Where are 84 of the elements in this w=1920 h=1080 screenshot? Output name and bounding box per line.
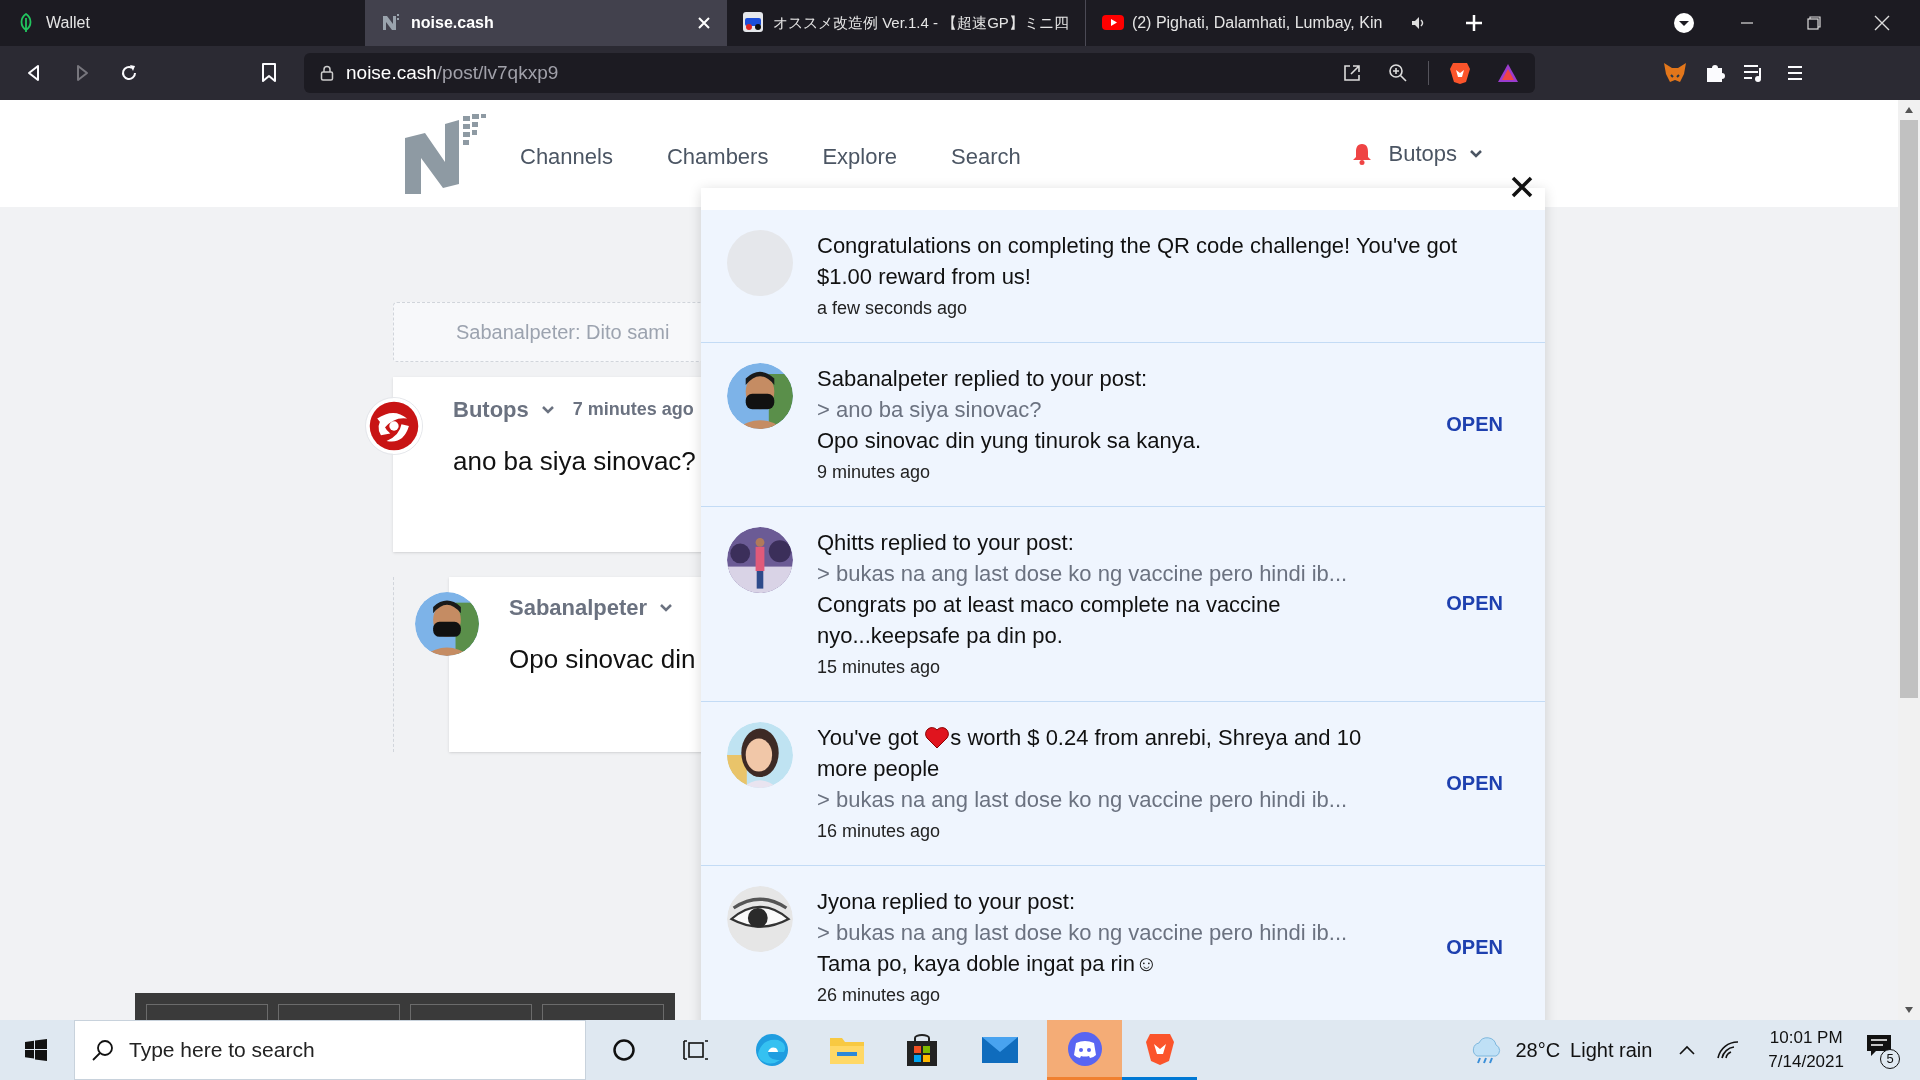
quoted-text: > bukas na ang last dose ko ng vaccine pero hindi ib... <box>817 786 1349 814</box>
clock-time[interactable]: 10:01 PM <box>1769 1026 1843 1050</box>
post-text: Opo sinovac din <box>509 643 696 676</box>
reload-icon[interactable] <box>119 63 139 83</box>
cortana-icon[interactable] <box>612 1038 636 1062</box>
clock-date[interactable]: 7/14/2021 <box>1768 1050 1844 1074</box>
store-icon[interactable] <box>905 1033 939 1067</box>
quoted-text: > bukas na ang last dose ko ng vaccine pero hindi ib... <box>817 919 1349 947</box>
notification-item[interactable]: You've got s worth $ 0.24 from anrebi, Shreya and 10 more people > bukas na ang last dose ko ng vaccine pero hindi ib... 16 minutes ago OPEN <box>701 702 1545 866</box>
lion-shield-icon[interactable] <box>1449 61 1471 85</box>
notification-item[interactable]: Qhitts replied to your post: > bukas na ang last dose ko ng vaccine pero hindi ib... Congrats po at least maco complete na vaccine nyo...keepsafe pa din po. 15 minutes ago OPEN <box>701 507 1545 702</box>
nav-link[interactable]: Explore <box>822 140 898 173</box>
bell-icon[interactable] <box>1351 142 1372 165</box>
notification-count-badge: 5 <box>1880 1049 1900 1069</box>
user-menu-button[interactable]: Butops <box>1388 137 1483 170</box>
author-button[interactable]: Butops <box>453 393 555 426</box>
search-field[interactable]: Type here to search <box>74 1020 586 1080</box>
triangle-icon[interactable] <box>1497 63 1519 83</box>
author-button[interactable]: Sabanalpeter <box>509 591 674 624</box>
task-view-icon[interactable] <box>683 1038 709 1062</box>
open-link[interactable]: OPEN <box>1446 588 1503 618</box>
notification-text: Congratulations on completing the QR code challenge! You've got $1.00 reward from us! <box>817 232 1459 291</box>
notification-item[interactable]: Jyona replied to your post: > bukas na ang last dose ko ng vaccine pero hindi ib... Tama po, kaya doble ingat pa rin☺ 26 minutes ago OPEN <box>701 866 1545 1020</box>
nav-link[interactable]: Chambers <box>666 140 769 173</box>
chevron-down-icon <box>1469 148 1483 159</box>
notification-text: You've got <box>817 724 919 752</box>
quoted-text: > bukas na ang last dose ko ng vaccine pero hindi ib... <box>817 560 1349 588</box>
chevron-up-icon[interactable] <box>1678 1044 1697 1056</box>
post-text: ano ba siya sinovac? <box>453 445 696 478</box>
search-icon <box>92 1039 114 1061</box>
quoted-text: > ano ba siya sinovac? <box>817 396 1043 424</box>
notification-text: s worth $ 0.24 from anrebi, Shreya and 10 <box>950 724 1362 752</box>
browser-tab[interactable]: Wallet <box>0 0 365 46</box>
notification-item[interactable]: Sabanalpeter replied to your post: > ano ba siya sinovac? Opo sinovac din yung tinurok sa kanya. 9 minutes ago OPEN <box>701 343 1545 507</box>
chevron-down-icon <box>540 404 555 415</box>
bookmark-icon[interactable] <box>261 63 277 83</box>
notification-text: Qhitts replied to your post: <box>817 529 1075 557</box>
scroll-down-icon[interactable] <box>1904 1006 1914 1014</box>
address-bar[interactable]: noise.cash/post/lv7qkxp9 <box>304 53 1535 93</box>
scroll-up-icon[interactable] <box>1904 106 1914 114</box>
plus-icon[interactable] <box>1463 13 1484 33</box>
lion-shield-icon <box>1144 1031 1175 1066</box>
notification-time: 26 minutes ago <box>817 984 942 1007</box>
url-host: noise.cash <box>346 61 437 83</box>
dropdown-icon[interactable] <box>1673 12 1695 34</box>
browser-tab[interactable]: オススメ改造例 Ver.1.4 - 【超速GP】ミニ四 <box>727 0 1085 46</box>
post-time: 7 minutes ago <box>572 398 694 421</box>
speaker-icon[interactable] <box>1409 15 1426 31</box>
windows-icon[interactable] <box>24 1038 48 1062</box>
notification-text: Jyona replied to your post: <box>817 888 1077 916</box>
logo-icon[interactable] <box>405 113 487 194</box>
puzzle-icon[interactable] <box>1704 62 1726 84</box>
game-controller-icon <box>1066 1030 1103 1067</box>
close-icon[interactable] <box>1511 176 1533 198</box>
reply-text: Congrats po at least maco complete na vaccine nyo...keepsafe pa din po. <box>817 591 1282 650</box>
url-path: /post/lv7qkxp9 <box>436 61 559 83</box>
notification-text: more people <box>817 755 940 783</box>
browser-tab[interactable]: noise.cash <box>365 0 727 46</box>
notification-time: 9 minutes ago <box>817 461 932 484</box>
reply-text: Tama po, kaya doble ingat pa rin☺ <box>817 950 1159 978</box>
menu-icon[interactable] <box>1786 64 1804 82</box>
external-link-icon[interactable] <box>1342 63 1362 83</box>
fox-icon[interactable] <box>1663 62 1687 84</box>
nav-link[interactable]: Search <box>951 140 1021 173</box>
notification-text: Sabanalpeter replied to your post: <box>817 365 1149 393</box>
open-link[interactable]: OPEN <box>1446 767 1503 798</box>
taskbar-app-button[interactable] <box>1047 1020 1122 1080</box>
open-link[interactable]: OPEN <box>1446 931 1503 962</box>
notification-item[interactable]: Congratulations on completing the QR code challenge! You've got $1.00 reward from us! a few seconds ago <box>701 210 1545 343</box>
temperature-text: 28°C <box>1515 1038 1561 1063</box>
mail-icon[interactable] <box>981 1035 1019 1065</box>
weather-text: Light rain <box>1570 1038 1653 1063</box>
edge-icon[interactable] <box>754 1032 790 1068</box>
notification-time: 16 minutes ago <box>817 820 942 843</box>
lock-icon <box>320 65 334 81</box>
notification-time: 15 minutes ago <box>817 656 942 679</box>
open-link[interactable]: OPEN <box>1446 408 1503 439</box>
zoom-icon[interactable] <box>1388 63 1408 83</box>
maximize-icon[interactable] <box>1807 16 1821 30</box>
reply-text: Opo sinovac din yung tinurok sa kanya. <box>817 427 1202 455</box>
chevron-down-icon <box>659 602 674 613</box>
heart-icon <box>924 725 951 750</box>
wifi-icon[interactable] <box>1716 1040 1741 1060</box>
nav-link[interactable]: Channels <box>520 140 613 173</box>
